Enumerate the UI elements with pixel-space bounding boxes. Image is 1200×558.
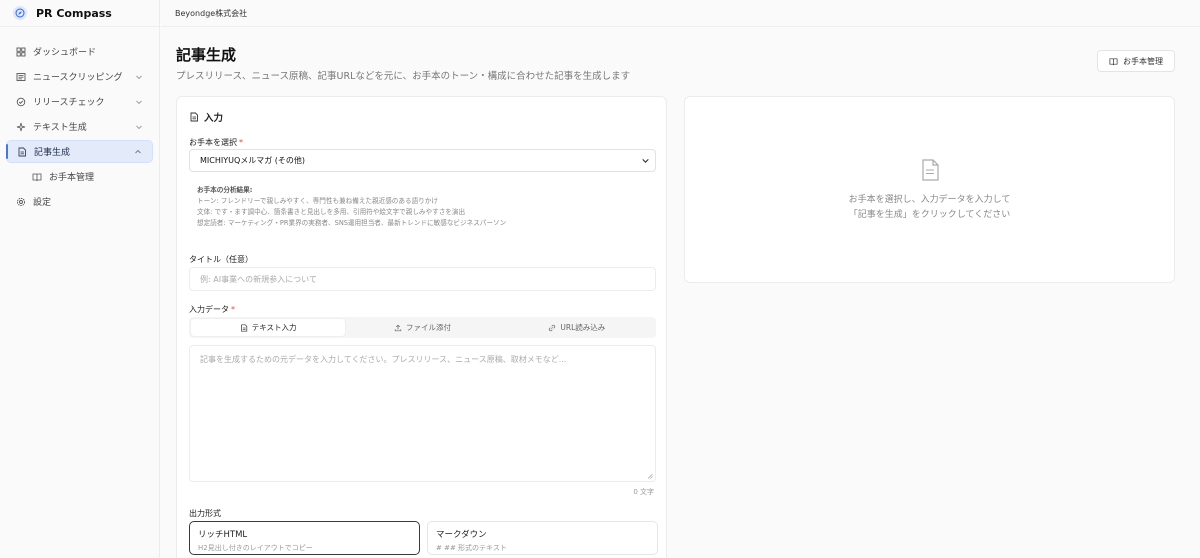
input-card-title: 入力: [204, 113, 224, 124]
chevron-down-icon: [136, 75, 142, 79]
input-card-header: 入力: [189, 110, 223, 124]
sidebar-item-article-generation[interactable]: 記事生成: [6, 140, 153, 163]
link-icon: [549, 324, 556, 331]
input-data-textarea[interactable]: 記事を生成するための元データを入力してください。プレスリリース、ニュース原稿、取…: [189, 345, 656, 482]
title-input[interactable]: 例: AI事業への新規参入について: [189, 267, 656, 291]
tab-label: テキスト入力: [251, 323, 297, 332]
newspaper-icon: [15, 71, 27, 83]
page-title: 記事生成: [176, 46, 237, 64]
format-option-markdown[interactable]: マークダウン # ## 形式のテキスト: [427, 521, 658, 555]
sidebar-nav: ダッシュボード ニュースクリッピング リリースチェック テキスト生成 記事生成 …: [0, 27, 159, 213]
template-select-label-text: お手本を選択: [189, 138, 237, 147]
template-select-value: MICHIYUQメルマガ (その他): [200, 156, 306, 165]
template-management-button[interactable]: お手本管理: [1097, 50, 1175, 72]
document-icon: [190, 112, 198, 122]
sidebar-item-text-generation[interactable]: テキスト生成: [6, 115, 153, 138]
chevron-up-icon: [135, 149, 141, 153]
chevron-down-icon: [136, 100, 142, 104]
brand-name: PR Compass: [36, 6, 112, 20]
required-mark: *: [231, 305, 235, 314]
sidebar-item-dashboard[interactable]: ダッシュボード: [6, 40, 153, 63]
required-mark: *: [239, 138, 243, 147]
template-select-label: お手本を選択 *: [189, 137, 243, 148]
template-management-label: お手本管理: [1123, 56, 1163, 66]
format-option-title: リッチHTML: [198, 530, 248, 540]
analysis-line: 想定読者: マーケティング・PR業界の実務者、SNS運用担当者、最新トレンドに敏…: [197, 219, 507, 227]
company-name: Beyondge株式会社: [175, 8, 248, 18]
sidebar-item-label: お手本管理: [49, 173, 95, 183]
result-empty-state: お手本を選択し、入力データを入力して 「記事を生成」をクリックしてください: [685, 159, 1174, 223]
tab-file-attach[interactable]: ファイル添付: [345, 319, 499, 336]
analysis-line: 文体: です・ます調中心、箇条書きと見出しを多用、引用符や絵文字で親しみやすさを…: [197, 208, 466, 216]
sidebar-item-label: 設定: [33, 198, 52, 208]
template-select[interactable]: MICHIYUQメルマガ (その他): [189, 149, 656, 172]
sidebar-item-label: 記事生成: [34, 148, 71, 158]
output-format-label: 出力形式: [189, 509, 221, 518]
char-counter: 0 文字: [633, 488, 654, 496]
gear-icon: [15, 196, 27, 208]
chevron-down-icon: [136, 125, 142, 129]
sidebar: PR Compass ダッシュボード ニュースクリッピング リリースチェック テ…: [0, 0, 160, 558]
page-subtitle: プレスリリース、ニュース原稿、記事URLなどを元に、お手本のトーン・構成に合わせ…: [176, 71, 631, 82]
sidebar-item-news-clipping[interactable]: ニュースクリッピング: [6, 65, 153, 88]
tab-text-input[interactable]: テキスト入力: [191, 319, 346, 336]
file-icon: [921, 159, 939, 181]
upload-icon: [394, 324, 402, 331]
sidebar-item-label: テキスト生成: [33, 123, 87, 133]
document-icon: [241, 323, 247, 332]
topbar: Beyondge株式会社: [161, 0, 1200, 27]
sidebar-item-template-management[interactable]: お手本管理: [6, 165, 153, 188]
analysis-line: トーン: フレンドリーで親しみやすく、専門性も兼ね備えた親近感のある語りかけ: [197, 197, 438, 205]
compass-icon: [13, 6, 27, 20]
tab-label: URL読み込み: [560, 323, 606, 332]
sidebar-item-release-check[interactable]: リリースチェック: [6, 90, 153, 113]
input-data-label-text: 入力データ: [189, 305, 229, 314]
resize-handle-icon[interactable]: [647, 473, 653, 479]
analysis-heading: お手本の分析結果:: [197, 186, 253, 194]
input-data-placeholder: 記事を生成するための元データを入力してください。プレスリリース、ニュース原稿、取…: [200, 355, 567, 364]
tab-url-import[interactable]: URL読み込み: [500, 319, 654, 336]
book-icon: [1109, 57, 1118, 65]
grid-icon: [15, 46, 27, 58]
empty-message-line: お手本を選択し、入力データを入力して: [848, 195, 1011, 205]
format-option-title: マークダウン: [436, 530, 487, 540]
input-data-label: 入力データ *: [189, 304, 235, 315]
format-option-rich-html[interactable]: リッチHTML H2見出し付きのレイアウトでコピー: [189, 521, 420, 555]
sidebar-item-label: ダッシュボード: [33, 48, 97, 58]
chevron-down-icon: [642, 158, 649, 163]
sparkle-icon: [15, 121, 27, 133]
tab-label: ファイル添付: [405, 323, 451, 332]
result-card: お手本を選択し、入力データを入力して 「記事を生成」をクリックしてください: [684, 96, 1175, 283]
book-icon: [31, 171, 43, 183]
format-option-desc: H2見出し付きのレイアウトでコピー: [198, 544, 313, 552]
sidebar-item-label: リリースチェック: [33, 98, 105, 108]
check-circle-icon: [15, 96, 27, 108]
sidebar-item-settings[interactable]: 設定: [6, 190, 153, 213]
brand[interactable]: PR Compass: [0, 0, 159, 27]
template-analysis: お手本の分析結果: トーン: フレンドリーで親しみやすく、専門性も兼ね備えた親近…: [197, 185, 506, 229]
input-card: 入力 お手本を選択 * MICHIYUQメルマガ (その他) お手本の分析結果: …: [176, 96, 667, 558]
title-field-label: タイトル（任意）: [189, 255, 253, 264]
document-icon: [16, 146, 28, 158]
format-option-desc: # ## 形式のテキスト: [436, 544, 507, 552]
empty-message-line: 「記事を生成」をクリックしてください: [848, 210, 1011, 220]
input-mode-tabs: テキスト入力 ファイル添付 URL読み込み: [189, 317, 656, 338]
main-content: 記事生成 プレスリリース、ニュース原稿、記事URLなどを元に、お手本のトーン・構…: [161, 28, 1200, 558]
sidebar-item-label: ニュースクリッピング: [33, 73, 123, 83]
